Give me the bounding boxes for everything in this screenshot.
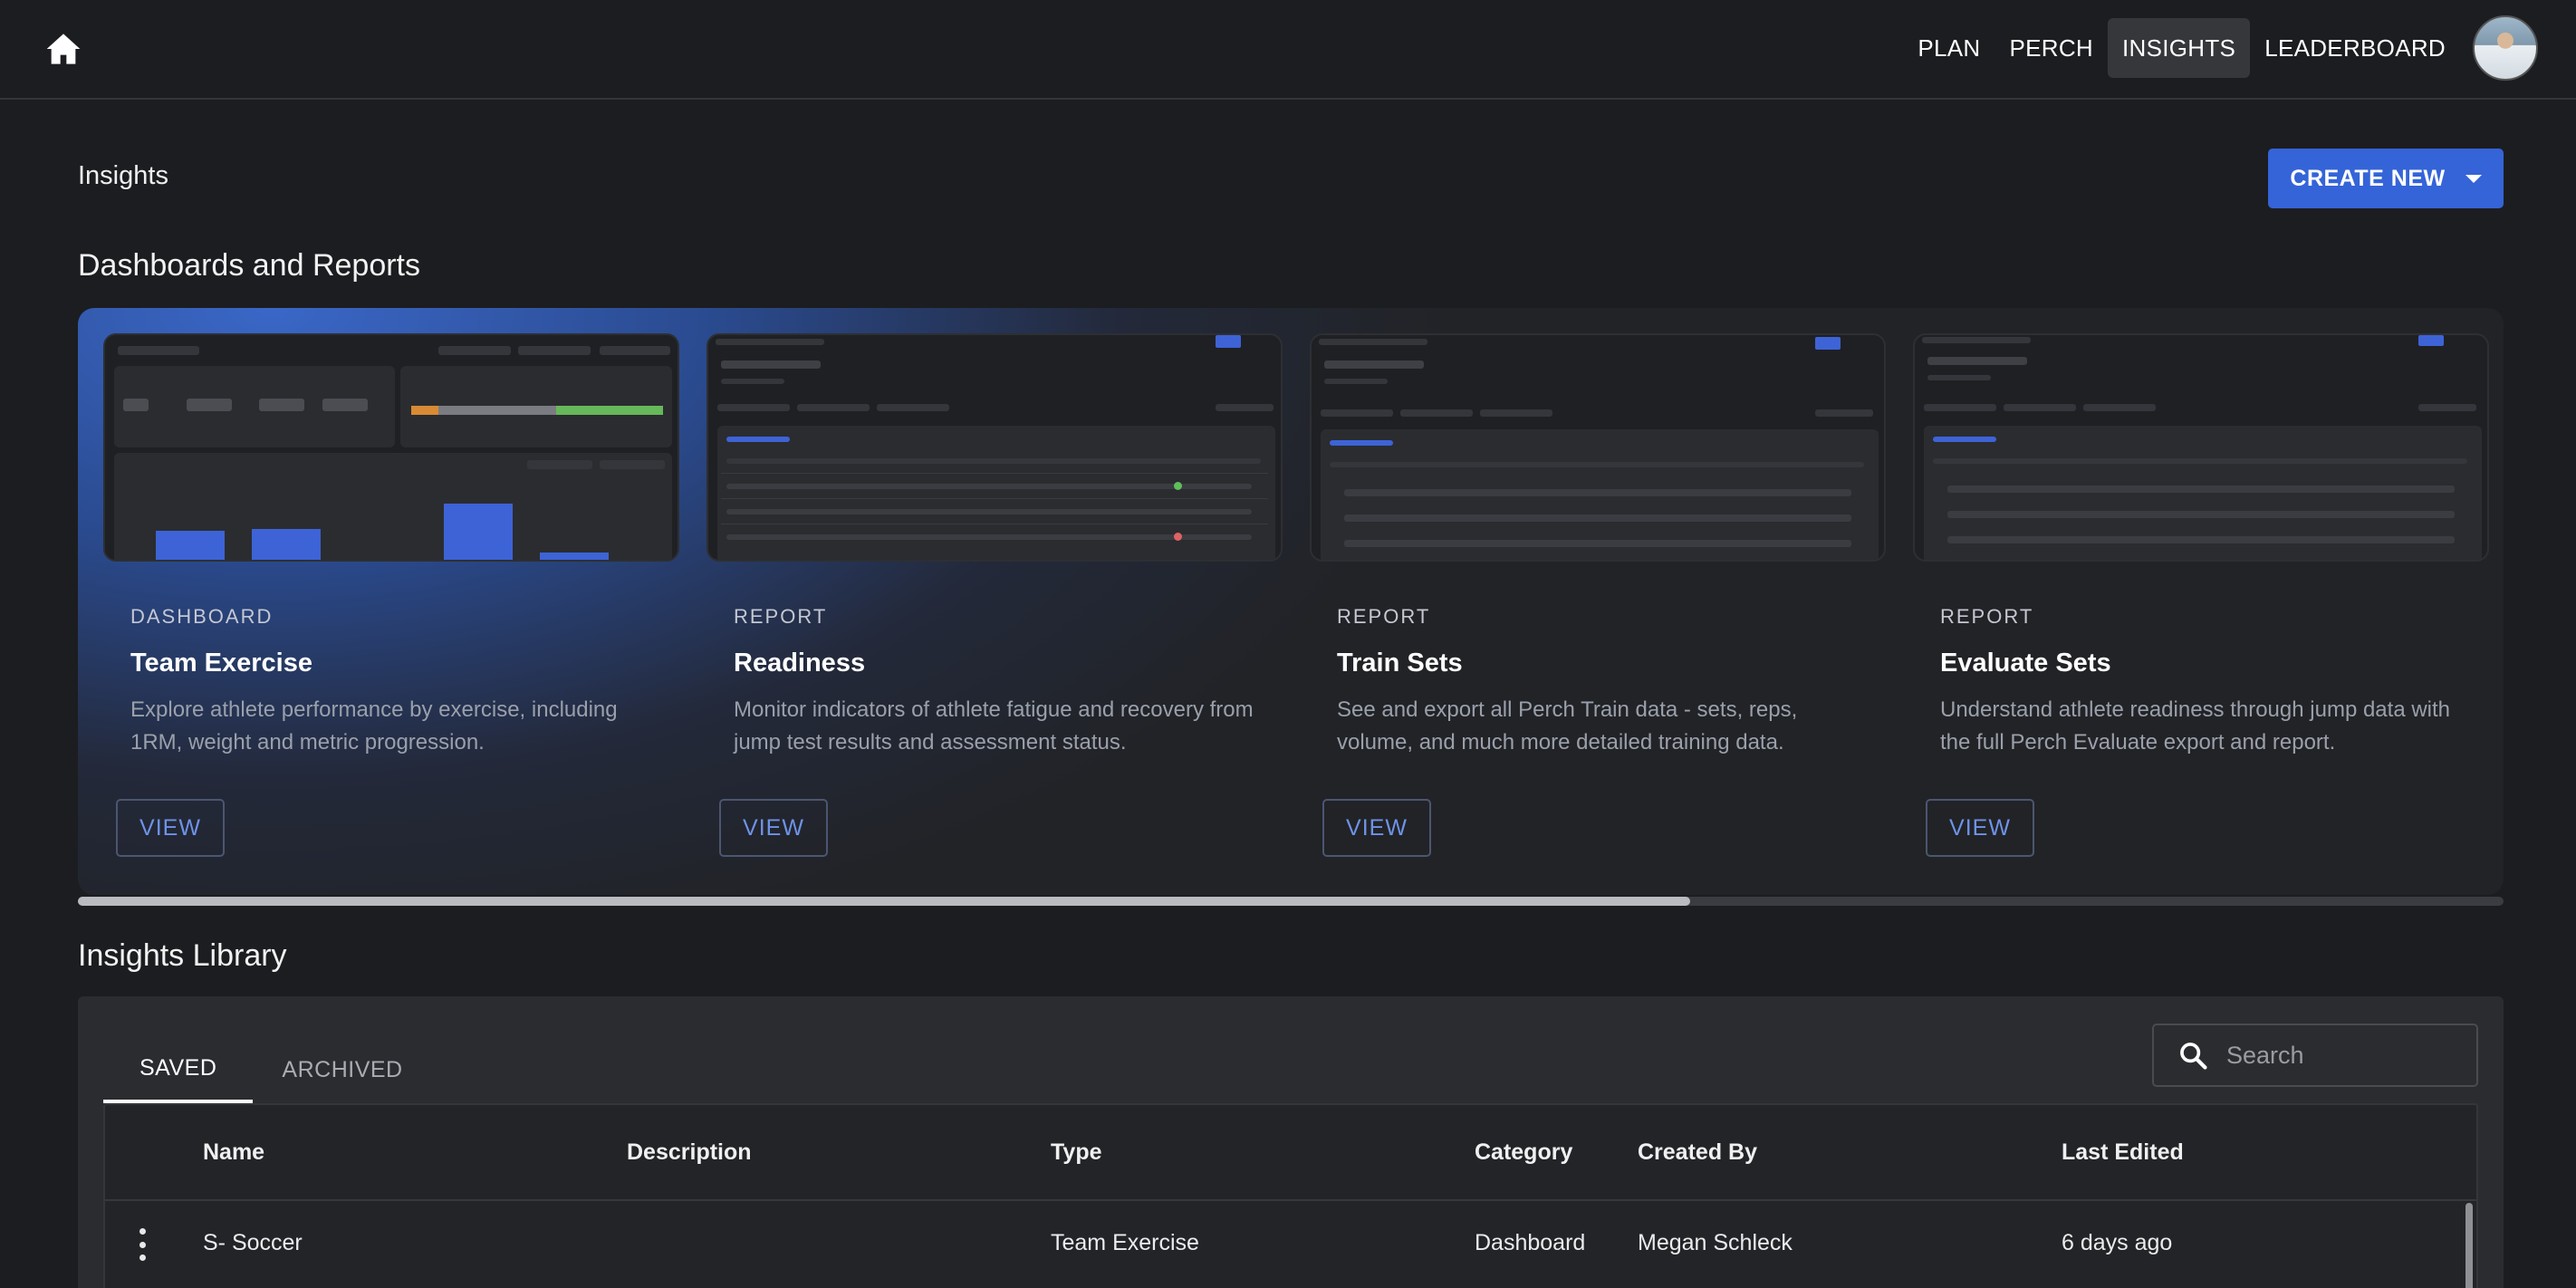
table-header: Name Description Type Category Created B… — [105, 1105, 2476, 1201]
main-nav: PLAN PERCH INSIGHTS LEADERBOARD — [1903, 15, 2538, 81]
column-header-name[interactable]: Name — [203, 1139, 264, 1166]
card-kicker: REPORT — [734, 605, 828, 628]
card-description: Monitor indicators of athlete fatigue an… — [734, 697, 1254, 755]
nav-perch[interactable]: PERCH — [1994, 18, 2108, 78]
nav-insights[interactable]: INSIGHTS — [2107, 18, 2251, 78]
library-table: Name Description Type Category Created B… — [103, 1103, 2478, 1288]
insights-library-panel: SAVED ARCHIVED Search Name Description T… — [78, 996, 2504, 1288]
train-sets-preview-image — [1310, 333, 1886, 562]
search-icon — [2180, 1043, 2207, 1070]
card-title: Readiness — [734, 649, 866, 678]
card-kicker: REPORT — [1337, 605, 1431, 628]
view-train-sets-button[interactable]: VIEW — [1322, 799, 1431, 857]
card-evaluate-sets: REPORT Evaluate Sets Understand athlete … — [1913, 333, 2489, 877]
nav-leaderboard[interactable]: LEADERBOARD — [2250, 18, 2460, 78]
table-row[interactable]: S- Soccer Team Exercise Dashboard Megan … — [105, 1203, 2476, 1286]
page-title: Insights — [78, 161, 168, 190]
card-kicker: REPORT — [1940, 605, 2034, 628]
table-scrollbar[interactable] — [2465, 1203, 2473, 1288]
row-last-edited: 6 days ago — [2062, 1230, 2173, 1255]
top-bar: PLAN PERCH INSIGHTS LEADERBOARD — [0, 0, 2576, 100]
row-created-by: Megan Schleck — [1638, 1230, 1793, 1255]
tab-saved[interactable]: SAVED — [103, 1036, 254, 1103]
column-header-last-edited[interactable]: Last Edited — [2062, 1139, 2184, 1166]
card-team-exercise: DASHBOARD Team Exercise Explore athlete … — [103, 333, 679, 877]
tab-archived[interactable]: ARCHIVED — [256, 1036, 428, 1103]
card-title: Team Exercise — [130, 649, 312, 678]
card-readiness: REPORT Readiness Monitor indicators of a… — [706, 333, 1283, 877]
carousel-scrollbar-thumb[interactable] — [78, 897, 1690, 906]
column-header-description[interactable]: Description — [627, 1139, 752, 1166]
card-description: Explore athlete performance by exercise,… — [130, 697, 618, 755]
card-description: Understand athlete readiness through jum… — [1940, 697, 2451, 755]
dashboards-section-title: Dashboards and Reports — [78, 248, 421, 283]
dashboards-carousel: DASHBOARD Team Exercise Explore athlete … — [78, 308, 2504, 895]
nav-plan[interactable]: PLAN — [1903, 18, 1994, 78]
library-section-title: Insights Library — [78, 938, 287, 973]
search-box[interactable]: Search — [2152, 1024, 2478, 1087]
row-name: S- Soccer — [203, 1230, 303, 1255]
search-input[interactable]: Search — [2226, 1042, 2304, 1070]
create-new-label: CREATE NEW — [2290, 165, 2446, 191]
readiness-preview-image — [706, 333, 1283, 562]
user-avatar[interactable] — [2473, 15, 2538, 81]
card-description: See and export all Perch Train data - se… — [1337, 697, 1798, 755]
team-exercise-preview-image — [103, 333, 679, 562]
carousel-scrollbar[interactable] — [78, 897, 2504, 906]
create-new-button[interactable]: CREATE NEW — [2268, 149, 2504, 208]
card-title: Train Sets — [1337, 649, 1463, 678]
row-category: Dashboard — [1475, 1230, 1586, 1255]
column-header-created-by[interactable]: Created By — [1638, 1139, 1757, 1166]
home-icon[interactable] — [40, 27, 87, 71]
more-options-icon[interactable] — [139, 1228, 147, 1261]
evaluate-sets-preview-image — [1913, 333, 2489, 562]
card-train-sets: REPORT Train Sets See and export all Per… — [1310, 333, 1886, 877]
row-type: Team Exercise — [1051, 1230, 1199, 1255]
column-header-category[interactable]: Category — [1475, 1139, 1572, 1166]
card-title: Evaluate Sets — [1940, 649, 2111, 678]
view-team-exercise-button[interactable]: VIEW — [116, 799, 225, 857]
card-kicker: DASHBOARD — [130, 605, 274, 628]
view-readiness-button[interactable]: VIEW — [719, 799, 828, 857]
library-tabs: SAVED ARCHIVED — [103, 1036, 432, 1103]
column-header-type[interactable]: Type — [1051, 1139, 1102, 1166]
view-evaluate-sets-button[interactable]: VIEW — [1926, 799, 2034, 857]
caret-down-icon — [2465, 174, 2482, 183]
